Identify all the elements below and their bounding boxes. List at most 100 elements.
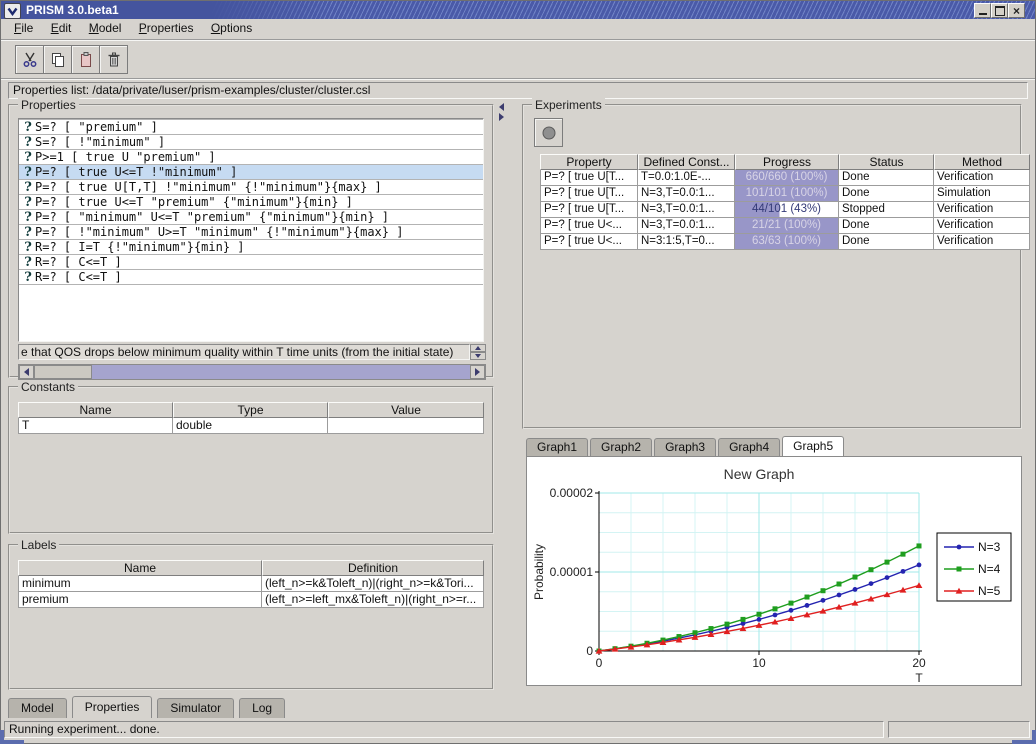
labels-group: Labels NameDefinitionminimum(left_n>=k&T… [8, 544, 494, 690]
experiment-row[interactable]: P=? [ true U<...N=3,T=0.0:1...21/21 (100… [540, 218, 1030, 234]
tab-graph1[interactable]: Graph1 [526, 438, 588, 456]
tab-properties[interactable]: Properties [72, 696, 153, 718]
status-cell: Done [839, 186, 934, 202]
minimize-icon [979, 13, 987, 15]
property-row[interactable]: ?R=? [ I=T {!"minimum"}{min} ] [19, 239, 483, 255]
question-icon: ? [21, 135, 35, 150]
column-header[interactable]: Name [18, 402, 173, 418]
graph-panel: 0102000.000010.00002New GraphProbability… [526, 456, 1022, 686]
tab-graph2[interactable]: Graph2 [590, 438, 652, 456]
cut-button[interactable] [15, 45, 44, 74]
status-bar-secondary [888, 721, 1030, 738]
labels-table[interactable]: NameDefinitionminimum(left_n>=k&Toleft_n… [18, 560, 484, 608]
question-icon: ? [21, 195, 35, 210]
stop-icon [540, 124, 558, 142]
titlebar[interactable]: PRISM 3.0.beta1 × [1, 1, 1035, 19]
property-row[interactable]: ?P=? [ true U<=T "premium" {"minimum"}{m… [19, 194, 483, 210]
tab-model[interactable]: Model [8, 698, 67, 718]
delete-button[interactable] [99, 45, 128, 74]
tab-graph3[interactable]: Graph3 [654, 438, 716, 456]
experiment-row[interactable]: P=? [ true U<...N=3:1:5,T=0...63/63 (100… [540, 234, 1030, 250]
question-icon: ? [21, 120, 35, 135]
scroll-left-button[interactable] [19, 365, 34, 379]
tab-graph5[interactable]: Graph5 [782, 436, 844, 456]
property-comment-field[interactable]: e that QOS drops below minimum quality w… [18, 344, 470, 360]
menu-edit[interactable]: Edit [51, 19, 72, 38]
property-text: P=? [ !"minimum" U>=T "minimum" {!"minim… [35, 225, 403, 239]
trash-icon [105, 51, 123, 69]
property-text: R=? [ I=T {!"minimum"}{min} ] [35, 240, 245, 254]
down-arrow-icon [475, 354, 481, 361]
close-button[interactable]: × [1008, 3, 1025, 18]
menu-properties[interactable]: Properties [139, 19, 194, 38]
menu-model[interactable]: Model [89, 19, 122, 38]
graph-tab-bar: Graph1Graph2Graph3Graph4Graph5 [526, 437, 846, 456]
property-row[interactable]: ?R=? [ C<=T ] [19, 254, 483, 270]
properties-group: Properties ?S=? [ "premium" ]?S=? [ !"mi… [8, 104, 494, 378]
tab-simulator[interactable]: Simulator [157, 698, 234, 718]
window-title: PRISM 3.0.beta1 [26, 3, 119, 17]
table-row[interactable]: Tdouble [18, 418, 484, 434]
tab-log[interactable]: Log [239, 698, 285, 718]
experiment-row[interactable]: P=? [ true U[T...N=3,T=0.0:1...44/101 (4… [540, 202, 1030, 218]
constants-table[interactable]: NameTypeValueTdouble [18, 402, 484, 434]
experiment-row[interactable]: P=? [ true U[T...T=0.0:1.0E-...660/660 (… [540, 170, 1030, 186]
scroll-right-button[interactable] [470, 365, 485, 379]
table-header-row: NameDefinition [18, 560, 484, 576]
tab-graph4[interactable]: Graph4 [718, 438, 780, 456]
method-cell: Verification [934, 234, 1030, 250]
copy-button[interactable] [43, 45, 72, 74]
property-text: R=? [ C<=T ] [35, 270, 122, 284]
question-icon: ? [21, 225, 35, 240]
spinner-up-button[interactable] [470, 344, 486, 352]
progress-bar: 44/101 (43%) [735, 202, 839, 218]
method-cell: Simulation [934, 186, 1030, 202]
svg-text:N=4: N=4 [978, 562, 1001, 576]
window-menu-icon[interactable] [4, 3, 21, 19]
property-row[interactable]: ?P>=1 [ true U "premium" ] [19, 149, 483, 165]
column-header[interactable]: Name [18, 560, 262, 576]
table-header-row: NameTypeValue [18, 402, 484, 418]
properties-list[interactable]: ?S=? [ "premium" ]?S=? [ !"minimum" ]?P>… [18, 118, 484, 342]
maximize-button[interactable] [991, 3, 1008, 18]
method-cell: Verification [934, 202, 1030, 218]
column-header[interactable]: Definition [262, 560, 484, 576]
property-row[interactable]: ?R=? [ C<=T ] [19, 269, 483, 285]
property-row[interactable]: ?P=? [ "minimum" U<=T "premium" {"minimu… [19, 209, 483, 225]
property-text: S=? [ "premium" ] [35, 120, 158, 134]
experiments-group: Experiments PropertyDefined Const...Prog… [522, 104, 1022, 429]
experiments-table[interactable]: PropertyDefined Const...ProgressStatusMe… [540, 154, 1030, 250]
method-cell: Verification [934, 170, 1030, 186]
scrollbar-thumb[interactable] [34, 365, 92, 379]
collapse-left-button[interactable] [496, 102, 506, 112]
property-row[interactable]: ?P=? [ true U<=T !"minimum" ] [19, 164, 483, 180]
svg-text:T: T [915, 671, 923, 685]
table-row[interactable]: premium(left_n>=left_mx&Toleft_n)|(right… [18, 592, 484, 608]
constants-cell: N=3:1:5,T=0... [638, 234, 735, 250]
column-header[interactable]: Type [173, 402, 328, 418]
svg-text:0: 0 [586, 644, 593, 658]
property-row[interactable]: ?S=? [ "premium" ] [19, 119, 483, 135]
column-header[interactable]: Value [328, 402, 484, 418]
collapse-right-button[interactable] [496, 112, 506, 122]
property-row[interactable]: ?P=? [ !"minimum" U>=T "minimum" {!"mini… [19, 224, 483, 240]
horizontal-scrollbar[interactable] [18, 364, 486, 380]
minimize-button[interactable] [974, 3, 991, 18]
column-header[interactable]: Method [934, 154, 1030, 170]
frame-corner [1032, 730, 1036, 744]
column-header[interactable]: Progress [735, 154, 839, 170]
property-row[interactable]: ?S=? [ !"minimum" ] [19, 134, 483, 150]
experiment-row[interactable]: P=? [ true U[T...N=3,T=0.0:1...101/101 (… [540, 186, 1030, 202]
menu-file[interactable]: File [14, 19, 33, 38]
column-header[interactable]: Status [839, 154, 934, 170]
spinner-down-button[interactable] [470, 352, 486, 360]
menu-options[interactable]: Options [211, 19, 252, 38]
table-row[interactable]: minimum(left_n>=k&Toleft_n)|(right_n>=k&… [18, 576, 484, 592]
paste-button[interactable] [71, 45, 100, 74]
property-row[interactable]: ?P=? [ true U[T,T] !"minimum" {!"minimum… [19, 179, 483, 195]
stop-experiment-button[interactable] [534, 118, 563, 147]
column-header[interactable]: Defined Const... [638, 154, 735, 170]
question-icon: ? [21, 270, 35, 285]
column-header[interactable]: Property [540, 154, 638, 170]
split-pane-divider[interactable] [496, 100, 506, 692]
